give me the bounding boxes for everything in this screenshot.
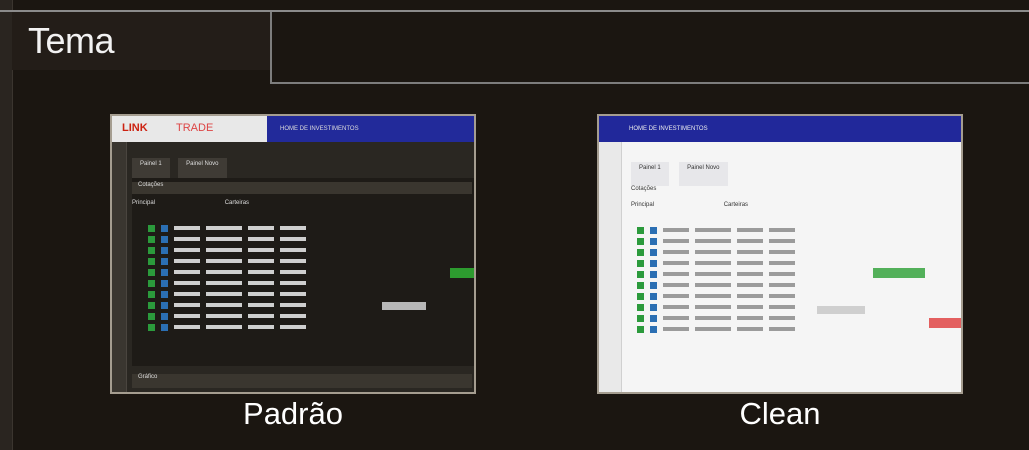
- preview-toolbar-item: Principal: [631, 202, 655, 208]
- preview-row: [148, 290, 448, 298]
- preview-toolbar-item: Principal: [132, 200, 156, 206]
- preview-toolbar-item: Carteiras: [723, 202, 749, 208]
- theme-card-clean[interactable]: HOME DE INVESTIMENTOS Painel 1 Painel No…: [597, 114, 963, 394]
- preview-green-highlight: [873, 268, 925, 278]
- preview-row: [637, 226, 957, 234]
- preview-gray-highlight: [817, 306, 865, 314]
- preview-toolbar: Principal Carteiras: [132, 200, 472, 216]
- theme-label-clean: Clean: [739, 396, 821, 431]
- preview-row: [148, 246, 448, 254]
- preview-row: [637, 314, 957, 322]
- preview-row: [148, 268, 448, 276]
- preview-row: [637, 325, 957, 333]
- preview-gray-highlight: [382, 302, 426, 310]
- preview-section: Cotações: [631, 186, 657, 192]
- theme-label-padrao: Padrão: [243, 396, 343, 431]
- preview-row: [637, 303, 957, 311]
- preview-row: [637, 259, 957, 267]
- preview-rows: [148, 224, 448, 334]
- preview-tabs: Painel 1 Painel Novo: [631, 156, 734, 186]
- preview-row: [637, 281, 957, 289]
- preview-row: [148, 312, 448, 320]
- preview-row: [637, 237, 957, 245]
- brand-banner: HOME DE INVESTIMENTOS: [629, 126, 708, 132]
- brand-logo: LINK TRADE: [112, 116, 267, 142]
- preview-row: [148, 224, 448, 232]
- preview-left-strip: [112, 142, 127, 392]
- brand-trade: TRADE: [176, 122, 214, 134]
- preview-rows: [637, 226, 957, 336]
- brand-banner: HOME DE INVESTIMENTOS: [280, 126, 359, 132]
- preview-green-highlight: [450, 268, 474, 278]
- preview-toolbar: Principal Carteiras: [631, 202, 957, 218]
- preview-bottom-bar: Gráfico: [132, 374, 472, 388]
- preview-section: Cotações: [132, 182, 472, 194]
- preview-row: [148, 279, 448, 287]
- preview-row: [148, 235, 448, 243]
- preview-row: [148, 257, 448, 265]
- section-title: Tema: [28, 20, 115, 61]
- preview-toolbar-item: Carteiras: [224, 200, 250, 206]
- settings-window: Tema LINK TRADE HOME DE INVESTIMENTOS Pa…: [0, 0, 1029, 450]
- preview-row: [637, 292, 957, 300]
- top-panel: [270, 12, 1029, 84]
- preview-left-strip: [599, 142, 622, 392]
- preview-red-highlight: [929, 318, 961, 328]
- brand-link: LINK: [122, 122, 148, 134]
- preview-row: [637, 248, 957, 256]
- preview-tab: Painel 1: [631, 162, 669, 186]
- preview-tabs: Painel 1 Painel Novo: [132, 152, 231, 182]
- preview-tab: Painel Novo: [679, 162, 728, 186]
- theme-card-padrao[interactable]: LINK TRADE HOME DE INVESTIMENTOS Painel …: [110, 114, 476, 394]
- preview-row: [148, 323, 448, 331]
